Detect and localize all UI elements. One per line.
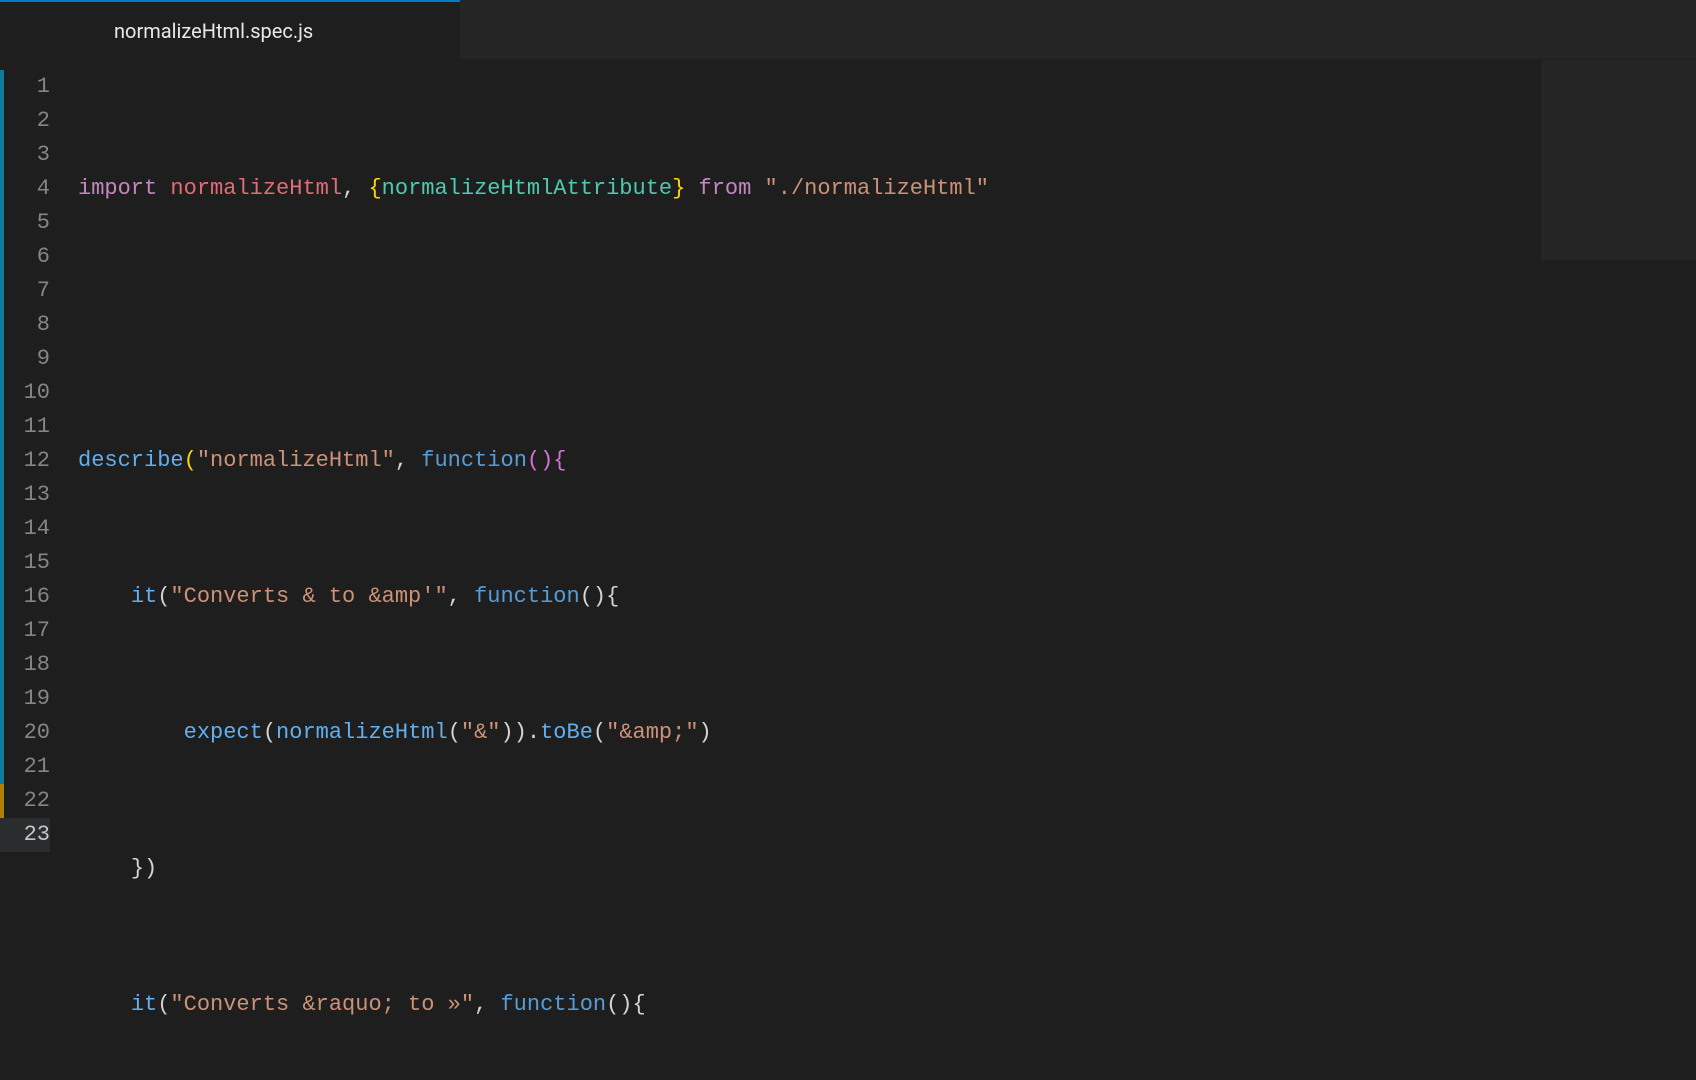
code-line[interactable]: import normalizeHtml, {normalizeHtmlAttr… (78, 172, 1696, 206)
gutter-modification-bar-changed (0, 784, 4, 818)
code-line[interactable]: }) (78, 852, 1696, 886)
line-number-gutter: 1 2 3 4 5 6 7 8 9 10 11 12 13 14 15 16 1… (0, 60, 78, 1080)
code-line[interactable] (78, 308, 1696, 342)
tab-filename: normalizeHtml.spec.js (114, 19, 313, 43)
code-line[interactable]: it("Converts & to &amp'", function(){ (78, 580, 1696, 614)
code-line[interactable]: it("Converts &raquo; to »", function(){ (78, 988, 1696, 1022)
minimap[interactable] (1541, 60, 1696, 1080)
tab-bar: normalizeHtml.spec.js (0, 0, 1696, 60)
code-line[interactable]: describe("normalizeHtml", function(){ (78, 444, 1696, 478)
gutter-modification-bar (0, 70, 4, 784)
minimap-slider[interactable] (1541, 60, 1696, 260)
code-line[interactable]: expect(normalizeHtml("&")).toBe("&amp;") (78, 716, 1696, 750)
editor[interactable]: 1 2 3 4 5 6 7 8 9 10 11 12 13 14 15 16 1… (0, 60, 1696, 1080)
tab-active[interactable]: normalizeHtml.spec.js (0, 0, 460, 59)
code-content[interactable]: import normalizeHtml, {normalizeHtmlAttr… (78, 60, 1696, 1080)
